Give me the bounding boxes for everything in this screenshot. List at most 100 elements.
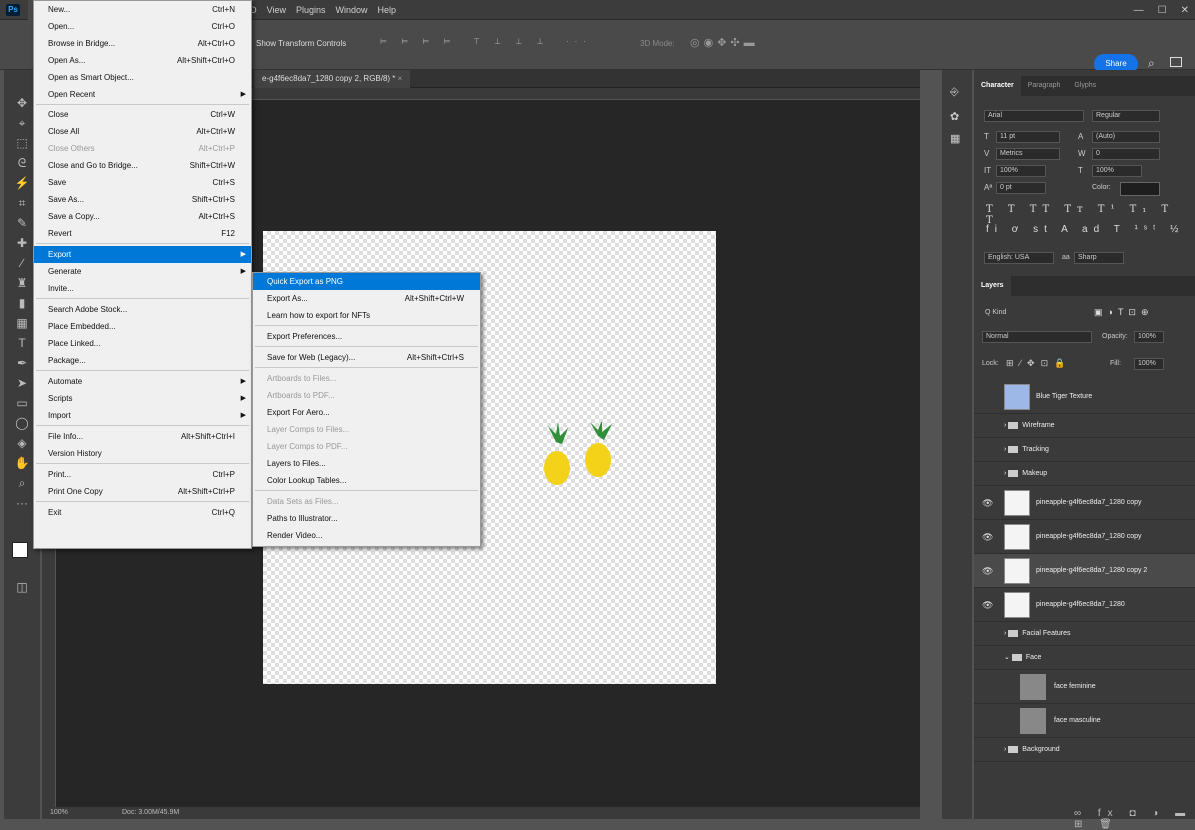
crop-tool-icon[interactable]: ⌗ bbox=[12, 194, 32, 212]
menu-item-artboards-to-pdf[interactable]: Artboards to PDF... bbox=[253, 387, 480, 404]
vertical-scale-field[interactable]: 100% bbox=[996, 165, 1046, 177]
menu-item-layer-comps-to-pdf[interactable]: Layer Comps to PDF... bbox=[253, 438, 480, 455]
menu-item-open-as-smart-object[interactable]: Open as Smart Object... bbox=[34, 69, 251, 86]
layer-visibility-icon[interactable]: 👁 bbox=[982, 554, 993, 588]
zoom-tool-icon[interactable]: ⌕ bbox=[12, 474, 32, 492]
layer-row[interactable]: › Wireframe bbox=[974, 414, 1195, 438]
font-family-select[interactable]: Arial bbox=[984, 110, 1084, 122]
tab-layers[interactable]: Layers bbox=[974, 276, 1011, 296]
move-tool-icon[interactable]: ✥ bbox=[12, 94, 32, 112]
opentype-buttons[interactable]: fi ơ st A ad T ¹ˢᵗ ½ bbox=[986, 224, 1185, 235]
font-size-field[interactable]: 11 pt bbox=[996, 131, 1060, 143]
blend-mode-select[interactable]: Normal bbox=[982, 331, 1092, 343]
menu-item-place-linked[interactable]: Place Linked... bbox=[34, 335, 251, 352]
menu-item-close-and-go-to-bridge[interactable]: Close and Go to Bridge... Shift+Ctrl+W bbox=[34, 157, 251, 174]
text-color-swatch[interactable] bbox=[1120, 182, 1160, 196]
foreground-color-swatch[interactable] bbox=[12, 542, 28, 558]
menu-item-automate[interactable]: Automate ▶ bbox=[34, 373, 251, 390]
adjustments-icon[interactable]: ✿ bbox=[950, 110, 959, 123]
leading-field[interactable]: (Auto) bbox=[1092, 131, 1160, 143]
menu-item-save-as[interactable]: Save As... Shift+Ctrl+S bbox=[34, 191, 251, 208]
layer-visibility-icon[interactable]: 👁 bbox=[982, 520, 993, 554]
layer-filter-kind[interactable]: Q Kind bbox=[982, 308, 1062, 320]
menu-plugins[interactable]: Plugins bbox=[291, 0, 331, 20]
layer-row[interactable]: 👁 pineapple-g4f6ec8da7_1280 copy bbox=[974, 520, 1195, 554]
menu-item-quick-export-as-png[interactable]: Quick Export as PNG bbox=[253, 273, 480, 290]
menu-item-import[interactable]: Import ▶ bbox=[34, 407, 251, 424]
layer-visibility-icon[interactable]: 👁 bbox=[982, 588, 993, 622]
layer-row[interactable]: Blue Tiger Texture bbox=[974, 380, 1195, 414]
menu-item-generate[interactable]: Generate ▶ bbox=[34, 263, 251, 280]
healing-brush-icon[interactable]: ✚ bbox=[12, 234, 32, 252]
properties-icon[interactable]: ▦ bbox=[950, 132, 960, 145]
shape-tool-icon[interactable]: ▭ bbox=[12, 394, 32, 412]
menu-item-save-a-copy[interactable]: Save a Copy... Alt+Ctrl+S bbox=[34, 208, 251, 225]
menu-item-invite[interactable]: Invite... bbox=[34, 280, 251, 297]
language-select[interactable]: English: USA bbox=[984, 252, 1054, 264]
layer-row[interactable]: ⌄ Face bbox=[974, 646, 1195, 670]
align-icons[interactable]: ⊨ ⊨ ⊨ ⊨ ⊤ ⊥ ⊥ ⊥ ··· bbox=[380, 37, 592, 46]
lasso-tool-icon[interactable]: ᘓ bbox=[12, 154, 32, 172]
maximize-icon[interactable]: ☐ bbox=[1158, 5, 1167, 16]
layer-visibility-icon[interactable]: 👁 bbox=[982, 486, 993, 520]
baseline-field[interactable]: 0 pt bbox=[996, 182, 1046, 194]
layer-row[interactable]: › Tracking bbox=[974, 438, 1195, 462]
brush-tool-icon[interactable]: ∕ bbox=[12, 254, 32, 272]
close-icon[interactable]: ✕ bbox=[1181, 5, 1189, 16]
layer-filter-icons[interactable]: ▣◑T⊡⊕ bbox=[1094, 307, 1154, 318]
photoshop-logo-icon[interactable]: Ps bbox=[6, 4, 20, 16]
3d-tool-icon[interactable]: ◈ bbox=[12, 434, 32, 452]
layer-row[interactable]: › Background bbox=[974, 738, 1195, 762]
marquee-tool-icon[interactable]: ⬚ bbox=[12, 134, 32, 152]
menu-item-save[interactable]: Save Ctrl+S bbox=[34, 174, 251, 191]
menu-item-learn-how-to-export-for-nfts[interactable]: Learn how to export for NFTs bbox=[253, 307, 480, 324]
artboard-tool-icon[interactable]: ⌖ bbox=[12, 114, 32, 132]
tracking-field[interactable]: 0 bbox=[1092, 148, 1160, 160]
layer-row[interactable]: › Facial Features bbox=[974, 622, 1195, 646]
menu-item-export[interactable]: Export ▶ bbox=[34, 246, 251, 263]
menu-item-close-others[interactable]: Close Others Alt+Ctrl+P bbox=[34, 140, 251, 157]
more-tools-icon[interactable]: ··· bbox=[12, 494, 32, 512]
menu-item-print-one-copy[interactable]: Print One Copy Alt+Shift+Ctrl+P bbox=[34, 483, 251, 500]
type-tool-icon[interactable]: T bbox=[12, 334, 32, 352]
layer-row[interactable]: face feminine bbox=[974, 670, 1195, 704]
minimize-icon[interactable]: — bbox=[1134, 5, 1144, 16]
ellipse-tool-icon[interactable]: ◯ bbox=[12, 414, 32, 432]
quick-mask-icon[interactable]: ◫ bbox=[12, 578, 32, 596]
horizontal-scale-field[interactable]: 100% bbox=[1092, 165, 1142, 177]
layer-row[interactable]: › Makeup bbox=[974, 462, 1195, 486]
magic-wand-icon[interactable]: ⚡ bbox=[12, 174, 32, 192]
fill-field[interactable]: 100% bbox=[1134, 358, 1164, 370]
menu-item-new[interactable]: New... Ctrl+N bbox=[34, 1, 251, 18]
layer-row[interactable]: face masculine bbox=[974, 704, 1195, 738]
menu-item-export-as[interactable]: Export As... Alt+Shift+Ctrl+W bbox=[253, 290, 480, 307]
menu-item-artboards-to-files[interactable]: Artboards to Files... bbox=[253, 370, 480, 387]
menu-item-open-as[interactable]: Open As... Alt+Shift+Ctrl+O bbox=[34, 52, 251, 69]
menu-item-layer-comps-to-files[interactable]: Layer Comps to Files... bbox=[253, 421, 480, 438]
menu-item-export-preferences[interactable]: Export Preferences... bbox=[253, 328, 480, 345]
menu-item-browse-in-bridge[interactable]: Browse in Bridge... Alt+Ctrl+O bbox=[34, 35, 251, 52]
menu-item-paths-to-illustrator[interactable]: Paths to Illustrator... bbox=[253, 510, 480, 527]
group-expand-icon[interactable]: ⌄ bbox=[1004, 654, 1012, 661]
eyedropper-icon[interactable]: ✎ bbox=[12, 214, 32, 232]
menu-item-data-sets-as-files[interactable]: Data Sets as Files... bbox=[253, 493, 480, 510]
menu-item-export-for-aero[interactable]: Export For Aero... bbox=[253, 404, 480, 421]
menu-item-exit[interactable]: Exit Ctrl+Q bbox=[34, 504, 251, 521]
history-icon[interactable]: ⎆ bbox=[950, 86, 959, 99]
antialias-select[interactable]: Sharp bbox=[1074, 252, 1124, 264]
layer-actions[interactable]: ∞ fx ◘ ◑ ▬ ⊞ 🗑 bbox=[1074, 808, 1195, 830]
gradient-tool-icon[interactable]: ▦ bbox=[12, 314, 32, 332]
show-transform-controls[interactable]: Show Transform Controls bbox=[256, 39, 346, 48]
menu-item-print[interactable]: Print... Ctrl+P bbox=[34, 466, 251, 483]
tab-close-icon[interactable]: × bbox=[398, 74, 403, 83]
workspace-icon[interactable] bbox=[1170, 57, 1182, 67]
document-tab[interactable]: e-g4f6ec8da7_1280 copy 2, RGB/8) * × bbox=[254, 70, 411, 88]
menu-item-close[interactable]: Close Ctrl+W bbox=[34, 106, 251, 123]
font-style-select[interactable]: Regular bbox=[1092, 110, 1160, 122]
hand-tool-icon[interactable]: ✋ bbox=[12, 454, 32, 472]
opacity-field[interactable]: 100% bbox=[1134, 331, 1164, 343]
search-icon[interactable]: ⌕ bbox=[1148, 56, 1155, 71]
path-select-icon[interactable]: ➤ bbox=[12, 374, 32, 392]
menu-item-save-for-web-legacy[interactable]: Save for Web (Legacy)... Alt+Shift+Ctrl+S bbox=[253, 349, 480, 366]
menu-item-render-video[interactable]: Render Video... bbox=[253, 527, 480, 544]
